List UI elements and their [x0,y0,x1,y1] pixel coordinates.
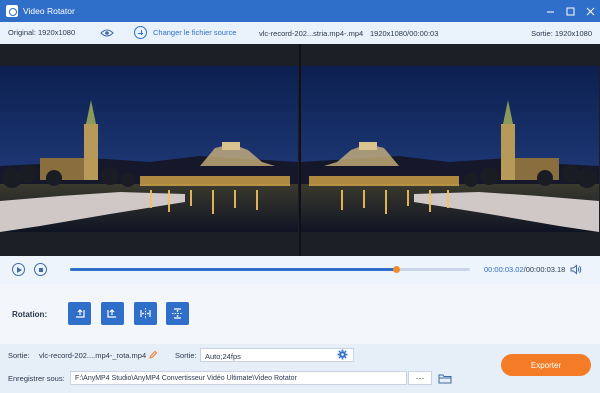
time-display: 00:00:03.02/00:00:03.18 [484,265,565,274]
maximize-button[interactable] [560,0,580,22]
minimize-button[interactable] [540,0,560,22]
output-settings: Sortie: vlc-record-202....mp4-_rota.mp4 … [0,344,600,393]
rotated-frame-image [301,66,599,232]
original-video-frame [0,66,298,232]
stop-button[interactable] [34,263,47,276]
play-button[interactable] [12,263,25,276]
output-resolution: Sortie: 1920x1080 [531,29,592,38]
output-format-value: Auto;24fps [205,352,241,361]
flip-horizontal-button[interactable] [134,302,157,325]
pencil-icon [149,350,158,359]
export-button[interactable]: Exporter [501,354,591,376]
maximize-icon [566,7,574,15]
output-file-label: Sortie: [8,351,30,360]
browse-button[interactable]: ··· [408,371,432,385]
close-button[interactable] [580,0,600,22]
rotate-left-icon [76,309,85,318]
stop-icon [38,267,43,272]
save-path-field[interactable]: F:\AnyMP4 Studio\AnyMP4 Convertisseur Vi… [70,371,407,385]
current-time: 00:00:03.02 [484,265,524,274]
original-frame-image [0,66,298,232]
output-format-label: Sortie: [175,351,197,360]
title-bar: Video Rotator [0,0,600,22]
info-bar: Original: 1920x1080 Changer le fichier s… [0,22,600,44]
plus-icon [134,26,147,39]
play-icon [17,267,22,273]
rename-button[interactable] [148,350,158,362]
progress-fill [70,268,396,271]
app-logo-icon [6,5,18,17]
window-title: Video Rotator [23,6,75,16]
source-file-name: vlc-record-202...stria.mp4-.mp4 [259,29,364,38]
original-resolution: Original: 1920x1080 [8,28,76,37]
flip-vertical-button[interactable] [166,302,189,325]
rotation-label: Rotation: [12,310,48,319]
rotate-right-button[interactable] [101,302,124,325]
progress-handle[interactable] [392,265,400,273]
progress-track[interactable] [70,265,470,273]
video-preview [0,44,600,256]
eye-icon [100,29,114,37]
flip-horizontal-icon [140,308,151,319]
playback-controls: 00:00:03.02/00:00:03.18 [0,256,600,284]
total-time: 00:00:03.18 [525,265,566,274]
flip-vertical-icon [172,308,183,319]
change-source-label: Changer le fichier source [153,28,237,37]
rotation-panel: Rotation: [0,284,600,344]
save-path-value: F:\AnyMP4 Studio\AnyMP4 Convertisseur Vi… [75,375,297,382]
output-format-field[interactable]: Auto;24fps [200,348,354,362]
open-folder-button[interactable] [438,373,452,386]
volume-button[interactable] [570,264,582,277]
rotated-video-frame [301,66,599,232]
change-source-button[interactable]: Changer le fichier source [134,26,236,39]
save-location-label: Enregistrer sous: [8,374,65,383]
minimize-icon [546,11,554,12]
gear-icon [337,349,348,360]
source-file-resolution-duration: 1920x1080/00:00:03 [370,29,439,38]
volume-icon [570,264,582,275]
folder-icon [438,374,452,384]
close-icon [586,7,594,15]
settings-button[interactable] [337,349,348,362]
output-file-name: vlc-record-202....mp4-_rota.mp4 [39,351,147,360]
rotate-left-button[interactable] [68,302,91,325]
preview-toggle[interactable] [100,29,114,39]
rotate-right-icon [107,309,116,318]
